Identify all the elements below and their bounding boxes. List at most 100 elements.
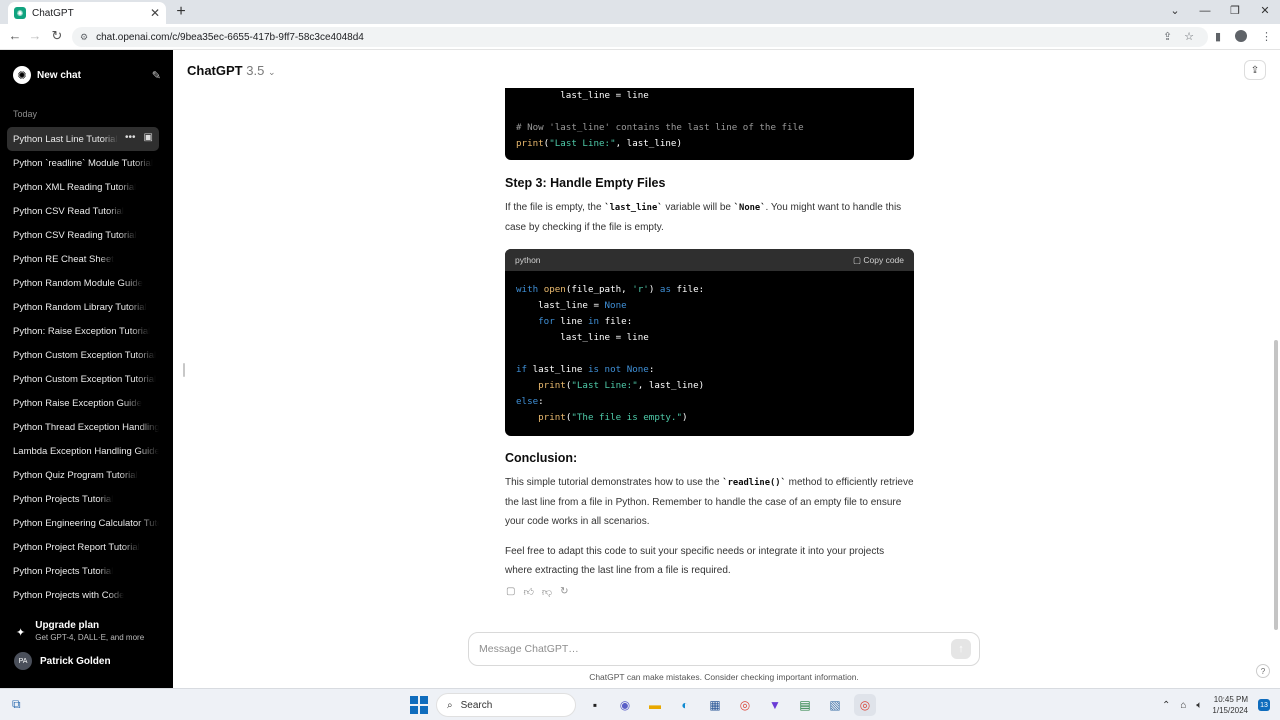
sidebar-item-label: Python CSV Read Tutorial [13,205,124,217]
sidebar-item[interactable]: Python RE Cheat Sheet [7,247,159,271]
send-button[interactable]: ↑ [951,639,971,659]
sidebar-item[interactable]: Python Quiz Program Tutorial [7,463,159,487]
sidebar-item[interactable]: Lambda Exception Handling Guide [7,439,159,463]
app-icon[interactable]: ▪ [584,694,606,716]
reload-icon[interactable]: ↻ [48,28,66,44]
more-options-icon[interactable]: ••• [125,132,136,143]
back-icon[interactable]: ← [6,28,24,43]
chat-history-list: Python Last Line Tutorial ••• ▣ Python `r… [7,127,159,607]
scrollbar[interactable] [1274,340,1278,630]
upgrade-title: Upgrade plan [35,620,100,631]
sidebar-item-label: Python Projects with Code [13,589,125,601]
sidebar-item[interactable]: Python XML Reading Tutorial [7,175,159,199]
sidebar-item-label: Python Thread Exception Handling [13,421,159,433]
file-explorer-icon[interactable]: ▬ [644,694,666,716]
close-tab-icon[interactable]: ✕ [150,6,160,20]
main-panel: ChatGPT 3.5 ⌄ ⇪ last_line = line # Now '… [173,50,1280,688]
volume-icon[interactable]: 🔈︎ [1196,700,1202,711]
sidebar-item[interactable]: Python Thread Exception Handling [7,415,159,439]
browser-menu-icon[interactable]: ⋮ [1261,30,1272,43]
new-tab-icon[interactable]: + [172,3,190,21]
taskbar-search-label: Search [460,699,493,711]
share-page-icon[interactable]: ⇪ [1163,30,1172,43]
sidebar-item[interactable]: Python Custom Exception Tutorial [7,343,159,367]
code-language: python [515,255,541,265]
profile-icon[interactable] [1235,30,1247,42]
sidebar-item[interactable]: Python Projects with Code [7,583,159,607]
model-selector[interactable]: ChatGPT 3.5 ⌄ [187,63,276,78]
final-paragraph: Feel free to adapt this code to suit you… [505,546,885,576]
minimize-icon[interactable]: — [1190,0,1220,24]
sidebar-item[interactable]: Python Engineering Calculator Tutorial [7,511,159,535]
app-icon-3[interactable]: ▤ [794,694,816,716]
thumbs-up-icon[interactable]: 👍︎ [523,586,533,598]
chrome-icon[interactable]: ◎ [734,694,756,716]
user-menu[interactable]: PA Patrick Golden [14,652,111,670]
copy-code-button[interactable]: ▢ Copy code [853,255,904,266]
window-controls: ⌄ — ❐ ✕ [1160,0,1280,24]
notification-badge[interactable]: 13 [1258,699,1270,711]
share-chat-button[interactable]: ⇪ [1244,60,1266,80]
code-block-1-body: last_line = line # Now 'last_line' conta… [516,90,804,149]
bookmark-star-icon[interactable]: ☆ [1184,30,1194,43]
close-window-icon[interactable]: ✕ [1250,0,1280,24]
taskbar-search[interactable]: ⌕ Search [436,693,576,717]
sidebar-item[interactable]: Python Raise Exception Guide [7,391,159,415]
sidebar-item[interactable]: Python CSV Reading Tutorial [7,223,159,247]
sidebar-item[interactable]: Python Projects Tutorial [7,487,159,511]
sidebar-item[interactable]: Python Random Module Guide [7,271,159,295]
thumbs-down-icon[interactable]: 👎︎ [542,586,552,598]
side-panel-icon[interactable]: ▮ [1215,30,1221,43]
tab-search-icon[interactable]: ⌄ [1160,0,1190,24]
browser-tab-bar: ✺ ChatGPT ✕ + ⌄ — ❐ ✕ [0,0,1280,24]
app-icon-4[interactable]: ▧ [824,694,846,716]
chevron-down-icon: ⌄ [267,67,276,77]
sidebar-item-label: Python `readline` Module Tutorial [13,157,153,169]
sidebar-item[interactable]: Python Custom Exception Tutorial [7,367,159,391]
clipboard-icon: ▢ [852,254,861,265]
url-bar[interactable]: ⚙ chat.openai.com/c/9bea35ec-6655-417b-9… [72,27,1208,47]
regenerate-icon[interactable]: ↻ [560,586,568,598]
sidebar-item-label: Python RE Cheat Sheet [13,253,114,265]
code-block-2-body: with open(file_path, 'r') as file: last_… [516,284,705,423]
site-info-icon[interactable]: ⚙ [80,32,88,43]
sidebar-item[interactable]: Python: Raise Exception Tutorial [7,319,159,343]
windows-start-icon[interactable] [410,696,428,714]
sidebar-item[interactable]: Python Project Report Tutorial [7,535,159,559]
code-block-1: last_line = line # Now 'last_line' conta… [505,88,914,160]
chat-app-icon[interactable]: ◉ [614,694,636,716]
store-icon[interactable]: ▦ [704,694,726,716]
sidebar-item[interactable]: Python `readline` Module Tutorial [7,151,159,175]
copy-icon[interactable]: ▢ [506,586,515,598]
forward-icon[interactable]: → [26,28,44,43]
sidebar-item-active[interactable]: Python Last Line Tutorial ••• ▣ [7,127,159,151]
chrome-active-icon[interactable]: ◎ [854,694,876,716]
message-composer: ↑ [468,632,980,666]
edit-icon[interactable]: ✎ [152,69,161,82]
sidebar-item-label: Python Projects Tutorial [13,565,114,577]
tray-chevron-icon[interactable]: ⌃ [1162,700,1170,711]
app-icon-2[interactable]: ▼ [764,694,786,716]
message-input[interactable] [479,643,951,655]
sidebar-item[interactable]: Python Random Library Tutorial [7,295,159,319]
url-text: chat.openai.com/c/9bea35ec-6655-417b-9ff… [96,31,364,43]
clock[interactable]: 10:45 PM 1/15/2024 [1212,694,1248,716]
taskbar: ⧉ ⌕ Search ▪ ◉ ▬ ◐ ▦ ◎ ▼ ▤ ▧ ◎ ⌃ ⌂ 🔈︎ 10… [0,688,1280,720]
network-icon[interactable]: ⌂ [1180,700,1186,711]
sidebar-item-label: Python Random Library Tutorial [13,301,147,313]
new-chat-button[interactable]: ✺ New chat ✎ [13,65,161,85]
code-block-2: python ▢ Copy code with open(file_path, … [505,249,914,436]
sidebar-item[interactable]: Python CSV Read Tutorial [7,199,159,223]
openai-logo-icon: ✺ [13,66,31,84]
maximize-icon[interactable]: ❐ [1220,0,1250,24]
sidebar-toggle-handle[interactable] [183,363,185,377]
help-icon[interactable]: ? [1256,664,1270,678]
sidebar-item[interactable]: Python Projects Tutorial [7,559,159,583]
browser-tab[interactable]: ✺ ChatGPT ✕ [8,2,166,24]
share-icon: ⇪ [1250,64,1260,76]
clock-time: 10:45 PM [1213,695,1248,704]
task-view-icon[interactable]: ⧉ [12,697,21,712]
archive-icon[interactable]: ▣ [144,132,153,143]
upgrade-plan-button[interactable]: ✦ Upgrade plan Get GPT-4, DALL·E, and mo… [16,620,144,642]
edge-icon[interactable]: ◐ [674,694,696,716]
